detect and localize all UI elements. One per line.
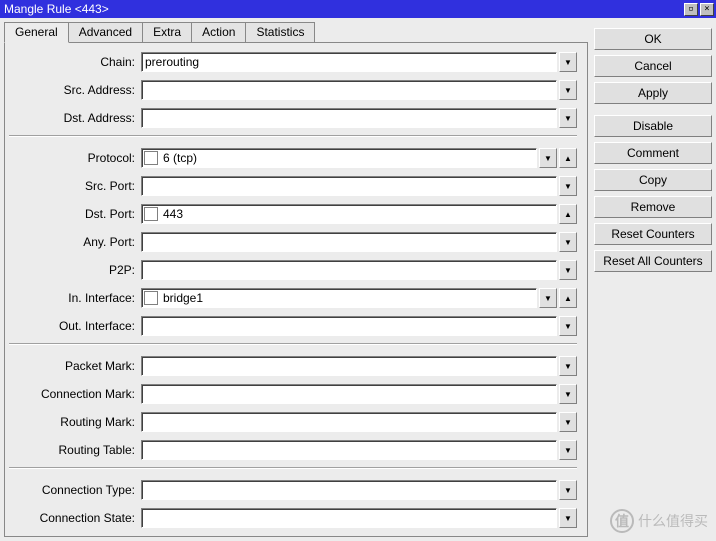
- any-port-input[interactable]: [142, 235, 556, 249]
- p2p-expand-icon[interactable]: ▼: [559, 260, 577, 280]
- connection-state-expand-icon[interactable]: ▼: [559, 508, 577, 528]
- divider: [9, 135, 577, 137]
- divider: [9, 343, 577, 345]
- chain-label: Chain:: [9, 55, 141, 69]
- chain-dropdown-icon[interactable]: ▼: [559, 52, 577, 72]
- disable-button[interactable]: Disable: [594, 115, 712, 137]
- routing-table-expand-icon[interactable]: ▼: [559, 440, 577, 460]
- tab-bar: General Advanced Extra Action Statistics: [4, 22, 588, 42]
- src-address-label: Src. Address:: [9, 83, 141, 97]
- packet-mark-expand-icon[interactable]: ▼: [559, 356, 577, 376]
- connection-mark-label: Connection Mark:: [9, 387, 141, 401]
- tab-extra[interactable]: Extra: [142, 22, 192, 42]
- any-port-expand-icon[interactable]: ▼: [559, 232, 577, 252]
- p2p-label: P2P:: [9, 263, 141, 277]
- connection-mark-input[interactable]: [142, 387, 556, 401]
- titlebar: Mangle Rule <443> ▫ ×: [0, 0, 716, 18]
- dst-port-label: Dst. Port:: [9, 207, 141, 221]
- routing-mark-input[interactable]: [142, 415, 556, 429]
- out-interface-label: Out. Interface:: [9, 319, 141, 333]
- tab-advanced[interactable]: Advanced: [68, 22, 143, 42]
- dst-address-input[interactable]: [142, 111, 556, 125]
- dst-port-collapse-icon[interactable]: ▲: [559, 204, 577, 224]
- copy-button[interactable]: Copy: [594, 169, 712, 191]
- tab-action[interactable]: Action: [191, 22, 246, 42]
- connection-type-label: Connection Type:: [9, 483, 141, 497]
- connection-type-input[interactable]: [142, 483, 556, 497]
- general-panel: Chain: ▼ Src. Address: ▼ Dst. Address: ▼: [4, 42, 588, 537]
- tab-general[interactable]: General: [4, 22, 69, 43]
- protocol-input[interactable]: [160, 151, 536, 165]
- connection-state-label: Connection State:: [9, 511, 141, 525]
- routing-table-label: Routing Table:: [9, 443, 141, 457]
- dst-port-invert-checkbox[interactable]: [144, 207, 158, 221]
- connection-state-input[interactable]: [142, 511, 556, 525]
- ok-button[interactable]: OK: [594, 28, 712, 50]
- packet-mark-label: Packet Mark:: [9, 359, 141, 373]
- in-interface-collapse-icon[interactable]: ▲: [559, 288, 577, 308]
- dst-port-input[interactable]: [160, 207, 556, 221]
- reset-all-counters-button[interactable]: Reset All Counters: [594, 250, 712, 272]
- divider: [9, 467, 577, 469]
- out-interface-expand-icon[interactable]: ▼: [559, 316, 577, 336]
- protocol-dropdown-icon[interactable]: ▼: [539, 148, 557, 168]
- out-interface-input[interactable]: [142, 319, 556, 333]
- in-interface-dropdown-icon[interactable]: ▼: [539, 288, 557, 308]
- action-sidebar: OK Cancel Apply Disable Comment Copy Rem…: [594, 22, 712, 537]
- in-interface-label: In. Interface:: [9, 291, 141, 305]
- remove-button[interactable]: Remove: [594, 196, 712, 218]
- src-port-label: Src. Port:: [9, 179, 141, 193]
- src-port-expand-icon[interactable]: ▼: [559, 176, 577, 196]
- tab-statistics[interactable]: Statistics: [245, 22, 315, 42]
- comment-button[interactable]: Comment: [594, 142, 712, 164]
- any-port-label: Any. Port:: [9, 235, 141, 249]
- connection-mark-expand-icon[interactable]: ▼: [559, 384, 577, 404]
- routing-table-input[interactable]: [142, 443, 556, 457]
- src-address-input[interactable]: [142, 83, 556, 97]
- cancel-button[interactable]: Cancel: [594, 55, 712, 77]
- close-button[interactable]: ×: [700, 3, 714, 16]
- routing-mark-label: Routing Mark:: [9, 415, 141, 429]
- protocol-label: Protocol:: [9, 151, 141, 165]
- apply-button[interactable]: Apply: [594, 82, 712, 104]
- dst-address-label: Dst. Address:: [9, 111, 141, 125]
- routing-mark-expand-icon[interactable]: ▼: [559, 412, 577, 432]
- in-interface-input[interactable]: [160, 291, 536, 305]
- window-title: Mangle Rule <443>: [4, 0, 109, 18]
- packet-mark-input[interactable]: [142, 359, 556, 373]
- src-port-input[interactable]: [142, 179, 556, 193]
- chain-input[interactable]: [142, 55, 556, 69]
- in-interface-invert-checkbox[interactable]: [144, 291, 158, 305]
- connection-nat-state-expand-icon[interactable]: ▼: [559, 536, 577, 537]
- reset-counters-button[interactable]: Reset Counters: [594, 223, 712, 245]
- dst-address-expand-icon[interactable]: ▼: [559, 108, 577, 128]
- src-address-expand-icon[interactable]: ▼: [559, 80, 577, 100]
- protocol-collapse-icon[interactable]: ▲: [559, 148, 577, 168]
- p2p-input[interactable]: [142, 263, 556, 277]
- connection-type-expand-icon[interactable]: ▼: [559, 480, 577, 500]
- minimize-button[interactable]: ▫: [684, 3, 698, 16]
- protocol-invert-checkbox[interactable]: [144, 151, 158, 165]
